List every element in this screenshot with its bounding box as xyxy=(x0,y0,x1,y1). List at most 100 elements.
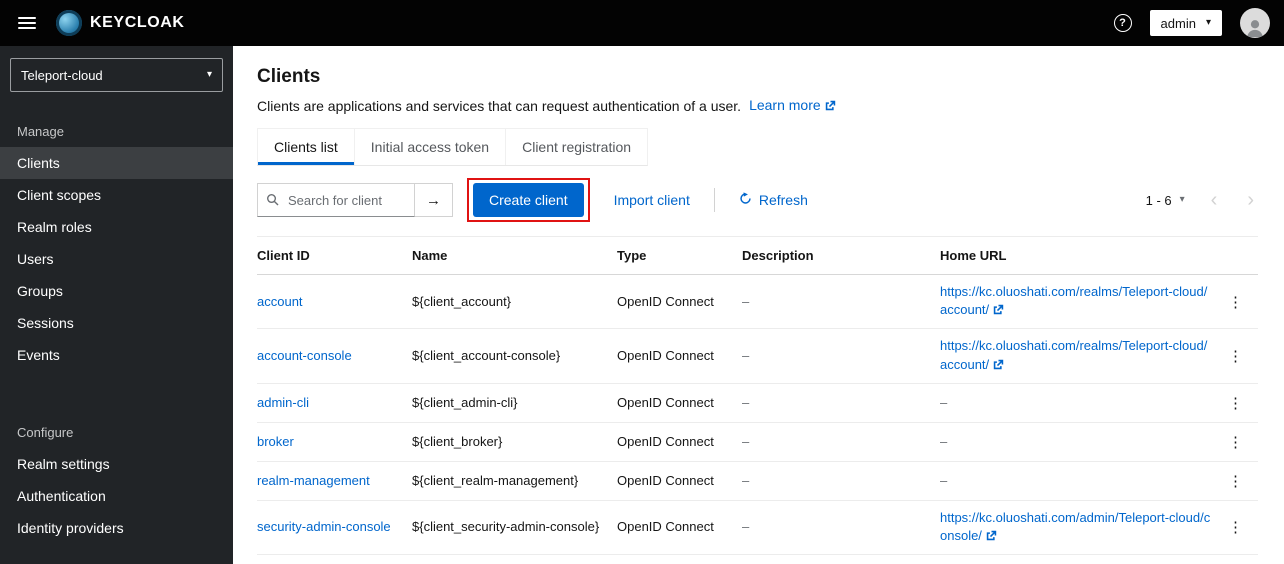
sidebar-section-title: Manage xyxy=(17,124,64,139)
search-input[interactable] xyxy=(257,183,415,217)
sidebar-item-identity-providers[interactable]: Identity providers xyxy=(0,512,233,544)
column-header-name: Name xyxy=(412,236,617,275)
tab-initial-access-token[interactable]: Initial access token xyxy=(354,129,507,165)
cell-name: ${client_broker} xyxy=(412,422,617,462)
cell-description: – xyxy=(742,274,940,330)
external-link-icon xyxy=(993,357,1004,375)
cell-description: – xyxy=(742,383,940,423)
refresh-icon xyxy=(739,192,752,208)
cell-description: – xyxy=(742,461,940,501)
search-icon xyxy=(266,193,279,211)
cell-home-url-empty: – xyxy=(940,422,1222,462)
pagination-next-button[interactable]: › xyxy=(1243,190,1258,210)
sidebar-item-realm-roles[interactable]: Realm roles xyxy=(0,211,233,243)
clients-table: Client ID Name Type Description Home URL… xyxy=(257,236,1258,556)
column-header-type: Type xyxy=(617,236,742,275)
column-header-actions xyxy=(1222,236,1258,275)
top-bar: KEYCLOAK ? admin ▾ xyxy=(0,0,1284,46)
row-kebab-menu[interactable]: ⋮ xyxy=(1222,431,1249,453)
row-kebab-menu[interactable]: ⋮ xyxy=(1222,392,1249,414)
tab-clients-list[interactable]: Clients list xyxy=(258,129,355,165)
external-link-icon xyxy=(986,528,997,546)
cell-type: OpenID Connect xyxy=(617,461,742,501)
cell-description: – xyxy=(742,500,940,556)
table-header-row: Client ID Name Type Description Home URL xyxy=(257,236,1258,275)
external-link-icon xyxy=(993,302,1004,320)
user-menu-label: admin xyxy=(1160,15,1196,31)
import-client-label: Import client xyxy=(613,192,690,208)
main-content: Clients Clients are applications and ser… xyxy=(233,46,1284,564)
sidebar-item-authentication[interactable]: Authentication xyxy=(0,480,233,512)
row-kebab-menu[interactable]: ⋮ xyxy=(1222,291,1249,313)
learn-more-label: Learn more xyxy=(749,97,821,113)
column-header-home-url: Home URL xyxy=(940,236,1222,275)
sidebar-item-events[interactable]: Events xyxy=(0,339,233,371)
user-menu-dropdown[interactable]: admin ▾ xyxy=(1149,10,1222,36)
keycloak-logo-icon xyxy=(56,10,82,36)
page-description-text: Clients are applications and services th… xyxy=(257,97,742,114)
table-row: realm-management ${client_realm-manageme… xyxy=(257,461,1258,501)
help-icon[interactable]: ? xyxy=(1113,14,1132,32)
home-url-link[interactable]: https://kc.oluoshati.com/realms/Teleport… xyxy=(940,284,1207,317)
sidebar-item-sessions[interactable]: Sessions xyxy=(0,307,233,339)
home-url-link[interactable]: https://kc.oluoshati.com/admin/Teleport-… xyxy=(940,510,1210,543)
toolbar-divider xyxy=(713,188,715,212)
table-toolbar: → Create client Import client Refresh xyxy=(257,178,1258,222)
learn-more-link[interactable]: Learn more xyxy=(749,97,836,114)
cell-type: OpenID Connect xyxy=(617,422,742,462)
import-client-button[interactable]: Import client xyxy=(614,192,690,208)
client-id-link[interactable]: realm-management xyxy=(257,473,370,488)
pagination-top: 1 - 6 ▾ ‹ › xyxy=(1146,190,1258,210)
cell-description: – xyxy=(742,422,940,462)
create-client-button[interactable]: Create client xyxy=(473,183,584,217)
pagination-prev-button[interactable]: ‹ xyxy=(1207,190,1222,210)
client-id-link[interactable]: admin-cli xyxy=(257,395,309,410)
realm-selector[interactable]: Teleport-cloud ▾ xyxy=(10,58,223,92)
sidebar-item-clients[interactable]: Clients xyxy=(0,147,233,179)
keycloak-logo[interactable]: KEYCLOAK xyxy=(56,10,185,36)
sidebar-item-realm-settings[interactable]: Realm settings xyxy=(0,448,233,480)
column-header-client-id: Client ID xyxy=(257,236,412,275)
cell-name: ${client_admin-cli} xyxy=(412,383,617,423)
sidebar-section-title: Configure xyxy=(17,425,74,440)
chevron-down-icon: ▾ xyxy=(1205,17,1211,28)
sidebar-item-users[interactable]: Users xyxy=(0,243,233,275)
row-kebab-menu[interactable]: ⋮ xyxy=(1222,516,1249,538)
client-search: → xyxy=(257,183,453,217)
column-header-description: Description xyxy=(742,236,940,275)
topbar-right: ? admin ▾ xyxy=(1113,8,1270,38)
avatar[interactable] xyxy=(1240,8,1270,38)
home-url-text: https://kc.oluoshati.com/realms/Teleport… xyxy=(940,338,1208,372)
client-id-link[interactable]: broker xyxy=(257,434,294,449)
page-title: Clients xyxy=(257,66,321,87)
cell-type: OpenID Connect xyxy=(617,328,742,384)
client-id-link[interactable]: account xyxy=(257,294,303,309)
home-url-text: https://kc.oluoshati.com/admin/Teleport-… xyxy=(940,509,1211,543)
cell-home-url-empty: – xyxy=(940,461,1222,501)
tab-client-registration[interactable]: Client registration xyxy=(506,129,648,165)
row-kebab-menu[interactable]: ⋮ xyxy=(1222,470,1249,492)
home-url-link[interactable]: https://kc.oluoshati.com/realms/Teleport… xyxy=(940,338,1207,371)
client-id-link[interactable]: security-admin-console xyxy=(257,519,391,534)
cell-type: OpenID Connect xyxy=(617,500,742,556)
table-row: account ${client_account} OpenID Connect… xyxy=(257,274,1258,330)
chevron-down-icon: ▾ xyxy=(206,69,212,80)
row-kebab-menu[interactable]: ⋮ xyxy=(1222,345,1249,367)
refresh-button[interactable]: Refresh xyxy=(739,192,808,208)
search-submit-button[interactable]: → xyxy=(415,183,453,217)
keycloak-logo-text: KEYCLOAK xyxy=(90,14,185,31)
sidebar-item-client-scopes[interactable]: Client scopes xyxy=(0,179,233,211)
sidebar: Teleport-cloud ▾ Manage Clients Client s… xyxy=(0,46,233,564)
home-url-text: https://kc.oluoshati.com/realms/Teleport… xyxy=(940,284,1208,318)
chevron-down-icon[interactable]: ▾ xyxy=(1180,195,1185,205)
cell-type: OpenID Connect xyxy=(617,274,742,330)
hamburger-menu-icon[interactable] xyxy=(18,17,36,29)
cell-name: ${client_account} xyxy=(412,274,617,330)
sidebar-item-groups[interactable]: Groups xyxy=(0,275,233,307)
cell-description: – xyxy=(742,328,940,384)
client-id-link[interactable]: account-console xyxy=(257,348,352,363)
person-icon xyxy=(1247,20,1263,38)
table-row: account-console ${client_account-console… xyxy=(257,328,1258,384)
page-description: Clients are applications and services th… xyxy=(257,97,1258,114)
pagination-range: 1 - 6 xyxy=(1145,192,1172,208)
